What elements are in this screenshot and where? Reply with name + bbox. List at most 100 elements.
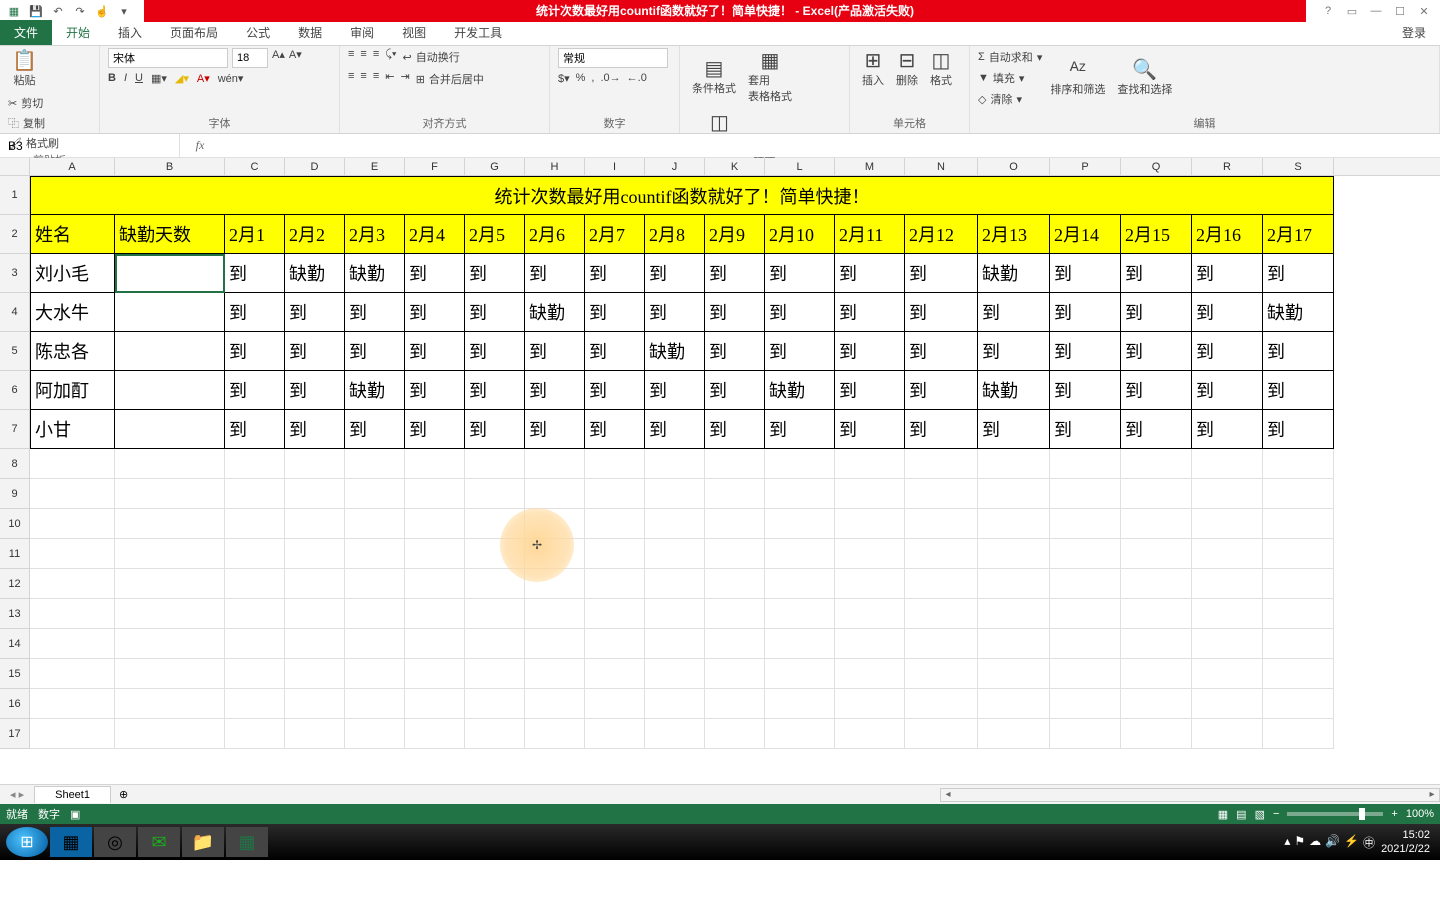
- zoom-out-icon[interactable]: −: [1273, 808, 1279, 820]
- data-cell[interactable]: [115, 254, 225, 293]
- empty-cell[interactable]: [525, 719, 585, 749]
- row-header[interactable]: 11: [0, 539, 30, 569]
- data-cell[interactable]: 到: [225, 410, 285, 449]
- empty-cell[interactable]: [405, 599, 465, 629]
- empty-cell[interactable]: [1050, 689, 1121, 719]
- empty-cell[interactable]: [1192, 719, 1263, 749]
- data-cell[interactable]: 到: [905, 254, 978, 293]
- tab-layout[interactable]: 页面布局: [156, 20, 232, 45]
- tray-icon[interactable]: ▴: [1284, 834, 1290, 851]
- empty-cell[interactable]: [30, 509, 115, 539]
- data-cell[interactable]: 到: [465, 410, 525, 449]
- empty-cell[interactable]: [585, 509, 645, 539]
- data-cell[interactable]: 到: [835, 254, 905, 293]
- empty-cell[interactable]: [1263, 479, 1334, 509]
- empty-cell[interactable]: [115, 629, 225, 659]
- empty-cell[interactable]: [1121, 539, 1192, 569]
- empty-cell[interactable]: [465, 509, 525, 539]
- empty-cell[interactable]: [1050, 599, 1121, 629]
- empty-cell[interactable]: [835, 539, 905, 569]
- decrease-font-icon[interactable]: A▾: [289, 48, 302, 68]
- empty-cell[interactable]: [645, 689, 705, 719]
- sheet-nav[interactable]: ◂ ▸: [0, 788, 34, 801]
- data-cell[interactable]: 到: [465, 293, 525, 332]
- empty-cell[interactable]: [225, 449, 285, 479]
- empty-cell[interactable]: [765, 479, 835, 509]
- empty-cell[interactable]: [835, 449, 905, 479]
- align-mid-icon[interactable]: ≡: [360, 48, 366, 66]
- header-cell[interactable]: 2月16: [1192, 215, 1263, 254]
- empty-cell[interactable]: [30, 539, 115, 569]
- empty-cell[interactable]: [585, 479, 645, 509]
- empty-cell[interactable]: [645, 659, 705, 689]
- data-cell[interactable]: 到: [765, 410, 835, 449]
- empty-cell[interactable]: [905, 689, 978, 719]
- empty-cell[interactable]: [1263, 629, 1334, 659]
- empty-cell[interactable]: [1263, 509, 1334, 539]
- data-cell[interactable]: 到: [225, 293, 285, 332]
- align-right-icon[interactable]: ≡: [373, 70, 379, 88]
- empty-cell[interactable]: [1192, 659, 1263, 689]
- empty-cell[interactable]: [405, 449, 465, 479]
- empty-cell[interactable]: [1192, 539, 1263, 569]
- empty-cell[interactable]: [705, 719, 765, 749]
- empty-cell[interactable]: [645, 449, 705, 479]
- empty-cell[interactable]: [905, 449, 978, 479]
- merge-button[interactable]: ⊞合并后居中: [416, 70, 484, 88]
- empty-cell[interactable]: [525, 449, 585, 479]
- empty-cell[interactable]: [345, 509, 405, 539]
- wrap-button[interactable]: ↩自动换行: [403, 48, 460, 66]
- empty-cell[interactable]: [285, 659, 345, 689]
- empty-cell[interactable]: [645, 719, 705, 749]
- maximize-icon[interactable]: ☐: [1390, 5, 1410, 18]
- data-cell[interactable]: 到: [1050, 254, 1121, 293]
- row-header[interactable]: 6: [0, 371, 30, 410]
- empty-cell[interactable]: [1263, 659, 1334, 689]
- orientation-icon[interactable]: ⤹▾: [385, 48, 396, 66]
- empty-cell[interactable]: [405, 479, 465, 509]
- data-cell[interactable]: [115, 293, 225, 332]
- empty-cell[interactable]: [705, 509, 765, 539]
- empty-cell[interactable]: [1192, 569, 1263, 599]
- empty-cell[interactable]: [345, 479, 405, 509]
- empty-cell[interactable]: [1192, 479, 1263, 509]
- empty-cell[interactable]: [1192, 599, 1263, 629]
- empty-cell[interactable]: [525, 569, 585, 599]
- col-header[interactable]: G: [465, 158, 525, 176]
- data-cell[interactable]: 到: [405, 332, 465, 371]
- data-cell[interactable]: 到: [765, 254, 835, 293]
- underline-button[interactable]: U: [135, 72, 143, 85]
- data-cell[interactable]: 到: [1050, 410, 1121, 449]
- empty-cell[interactable]: [30, 689, 115, 719]
- tray-icon[interactable]: ⚑: [1294, 834, 1305, 851]
- data-cell[interactable]: 到: [1263, 332, 1334, 371]
- data-cell[interactable]: 到: [765, 293, 835, 332]
- empty-cell[interactable]: [285, 569, 345, 599]
- data-cell[interactable]: 到: [525, 254, 585, 293]
- data-cell[interactable]: 到: [1121, 371, 1192, 410]
- redo-icon[interactable]: ↷: [72, 5, 88, 18]
- data-cell[interactable]: 到: [978, 410, 1050, 449]
- empty-cell[interactable]: [465, 689, 525, 719]
- empty-cell[interactable]: [1121, 719, 1192, 749]
- empty-cell[interactable]: [585, 599, 645, 629]
- header-cell[interactable]: 2月12: [905, 215, 978, 254]
- empty-cell[interactable]: [765, 629, 835, 659]
- empty-cell[interactable]: [1263, 539, 1334, 569]
- empty-cell[interactable]: [345, 599, 405, 629]
- empty-cell[interactable]: [705, 629, 765, 659]
- tab-dev[interactable]: 开发工具: [440, 20, 516, 45]
- data-cell[interactable]: 缺勤: [285, 254, 345, 293]
- data-cell[interactable]: 缺勤: [645, 332, 705, 371]
- table-format-button[interactable]: ▦套用 表格格式: [744, 48, 796, 106]
- data-cell[interactable]: 到: [905, 410, 978, 449]
- empty-cell[interactable]: [1050, 719, 1121, 749]
- empty-cell[interactable]: [765, 509, 835, 539]
- empty-cell[interactable]: [1050, 539, 1121, 569]
- header-cell[interactable]: 2月8: [645, 215, 705, 254]
- data-cell[interactable]: 到: [345, 410, 405, 449]
- select-all-corner[interactable]: [0, 158, 30, 176]
- row-header[interactable]: 9: [0, 479, 30, 509]
- empty-cell[interactable]: [645, 539, 705, 569]
- number-format-select[interactable]: [558, 48, 668, 68]
